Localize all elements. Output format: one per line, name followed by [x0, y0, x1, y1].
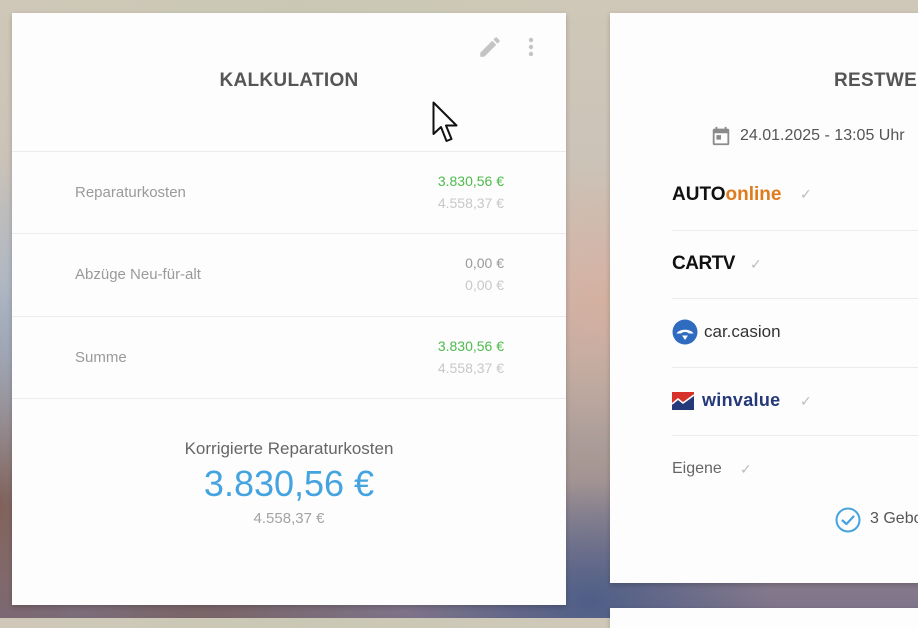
row-value-secondary: 0,00 € [465, 277, 504, 293]
check-icon: ✓ [750, 257, 762, 273]
check-icon: ✓ [800, 187, 812, 203]
row-value: 3.830,56 € [437, 338, 504, 354]
row-label: Reparaturkosten [75, 184, 186, 201]
corrected-cost-secondary: 4.558,37 € [253, 510, 325, 527]
divider [12, 398, 566, 399]
row-label: Summe [75, 349, 127, 366]
pencil-icon[interactable] [477, 34, 503, 60]
autoonline-logo: AUTOonline [672, 184, 782, 205]
row-value: 3.830,56 € [437, 173, 504, 189]
offers-count-text: 3 Gebo [870, 510, 918, 527]
provider-cartv[interactable]: CARTV ✓ [672, 231, 918, 299]
check-icon: ✓ [800, 394, 812, 410]
card-title: KALKULATION [219, 70, 359, 91]
calculation-card: KALKULATION Reparaturkosten 3.830,56 € 4… [12, 13, 566, 605]
provider-eigene[interactable]: Eigene ✓ [672, 436, 918, 504]
card-title: RESTWE [834, 70, 918, 91]
winvalue-logo-icon [672, 392, 694, 410]
residual-value-card: RESTWE 24.01.2025 - 13:05 Uhr AUTOonline… [610, 13, 918, 583]
row-summe[interactable]: Summe 3.830,56 € 4.558,37 € [12, 317, 566, 399]
row-abzuege[interactable]: Abzüge Neu-für-alt 0,00 € 0,00 € [12, 234, 566, 316]
row-value-secondary: 4.558,37 € [437, 195, 504, 211]
carcasion-logo-text: car.casion [704, 322, 781, 341]
row-value: 0,00 € [465, 255, 504, 271]
date-text: 24.01.2025 - 13:05 Uhr [740, 127, 905, 144]
check-icon: ✓ [740, 462, 752, 478]
provider-winvalue[interactable]: winvalue ✓ [672, 368, 918, 436]
provider-carcasion[interactable]: car.casion [672, 299, 918, 367]
carcasion-logo-icon [672, 319, 698, 345]
provider-autoonline[interactable]: AUTOonline ✓ [672, 161, 918, 229]
check-circle-icon [835, 507, 861, 533]
row-value-secondary: 4.558,37 € [437, 360, 504, 376]
corrected-cost-label: Korrigierte Reparaturkosten [184, 439, 394, 458]
mouse-cursor-icon [432, 101, 458, 142]
winvalue-logo-text: winvalue [702, 390, 781, 410]
eigene-label: Eigene [672, 460, 722, 477]
row-label: Abzüge Neu-für-alt [75, 266, 201, 283]
next-card-edge [610, 608, 918, 628]
more-vertical-icon[interactable] [522, 34, 540, 60]
row-reparaturkosten[interactable]: Reparaturkosten 3.830,56 € 4.558,37 € [12, 152, 566, 234]
cartv-logo: CARTV [672, 253, 735, 274]
calendar-icon [712, 126, 730, 146]
corrected-cost-value: 3.830,56 € [203, 463, 375, 504]
